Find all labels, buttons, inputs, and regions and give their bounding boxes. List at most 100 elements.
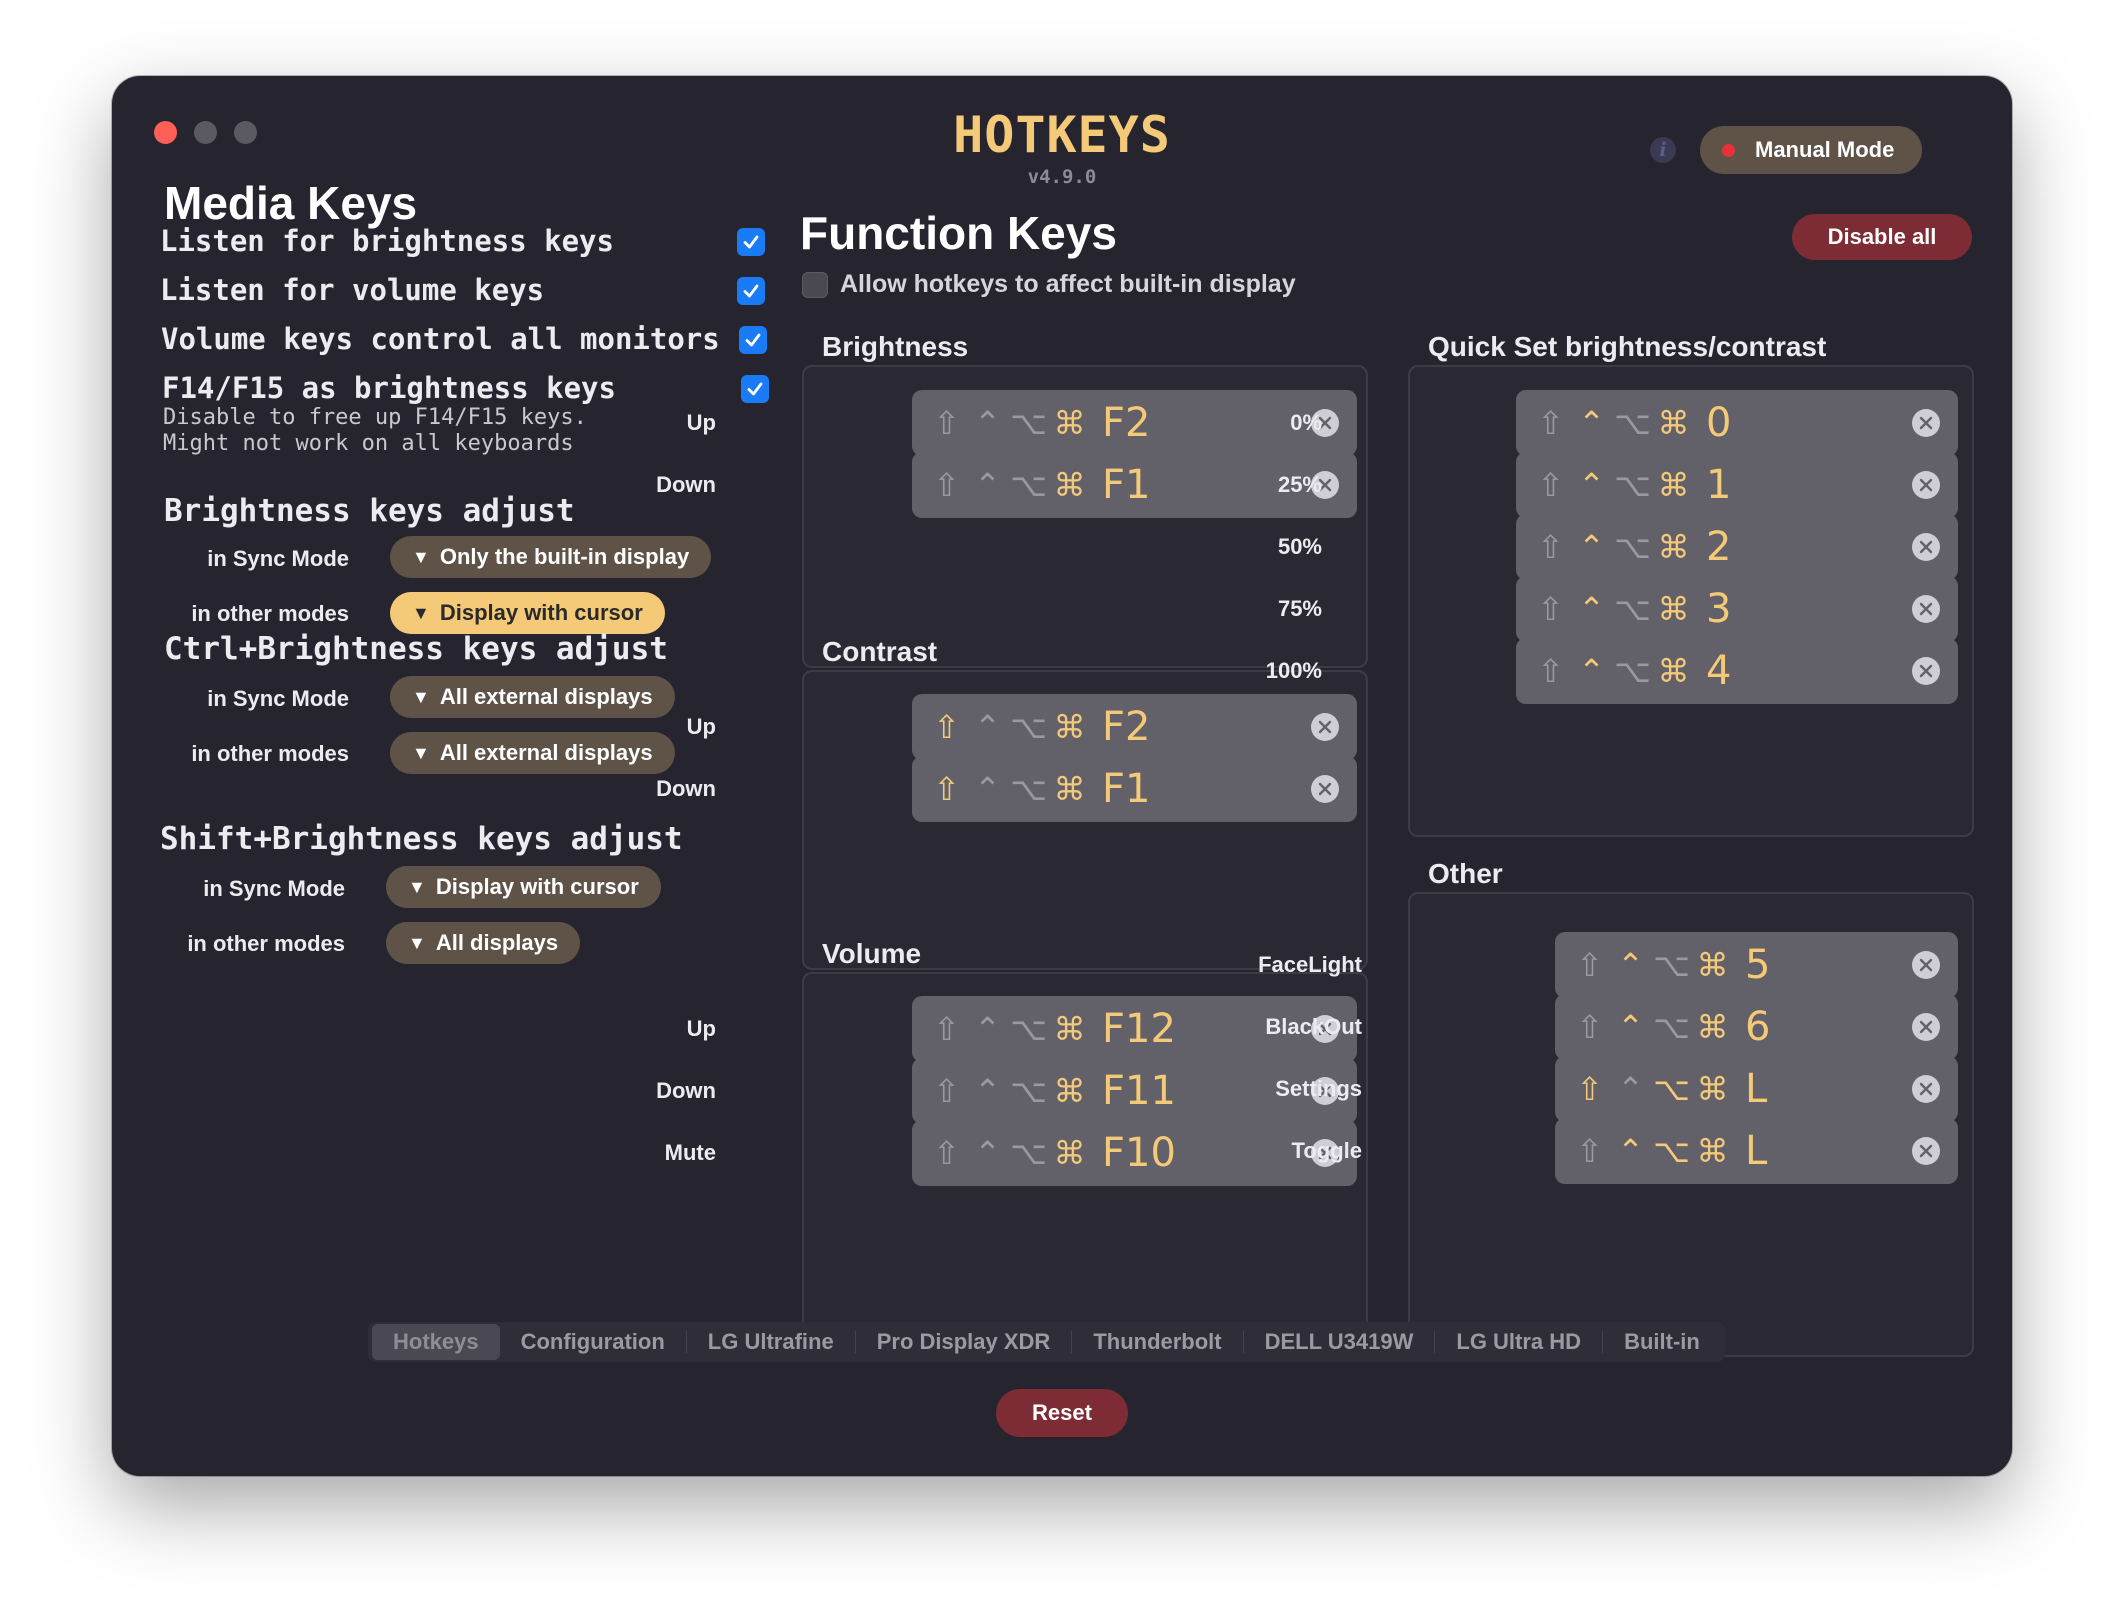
clear-hotkey-icon[interactable]	[1912, 951, 1940, 979]
tab-configuration[interactable]: Configuration	[500, 1324, 686, 1360]
triangle-down-icon: ▼	[408, 876, 426, 897]
reset-button[interactable]: Reset	[996, 1389, 1128, 1437]
shift-other-modes-popup[interactable]: ▼ All displays	[386, 922, 581, 964]
command-icon: ⌘	[1053, 708, 1086, 746]
tab-pro-display-xdr[interactable]: Pro Display XDR	[856, 1324, 1072, 1360]
shift-icon: ⇧	[1576, 1008, 1603, 1046]
hotkey-recorder-field[interactable]: ⇧ ⌃ ⌥ ⌘ 4	[1516, 638, 1958, 704]
tab-thunderbolt[interactable]: Thunderbolt	[1072, 1324, 1242, 1360]
modifier-keys: ⇧ ⌃ ⌥ ⌘	[1530, 452, 1694, 518]
command-icon: ⌘	[1053, 1010, 1086, 1048]
shift-icon: ⇧	[1576, 946, 1603, 984]
shift-icon: ⇧	[933, 1072, 960, 1110]
shift-icon: ⇧	[1537, 404, 1564, 442]
hotkey-recorder-field[interactable]: ⇧ ⌃ ⌥ ⌘ L	[1555, 1056, 1958, 1122]
clear-hotkey-icon[interactable]	[1912, 595, 1940, 623]
tab-dell-u3419w[interactable]: DELL U3419W	[1244, 1324, 1435, 1360]
hotkey-row-label: Up	[686, 410, 716, 435]
clear-hotkey-icon[interactable]	[1912, 1137, 1940, 1165]
hotkey-row-label: Mute	[664, 1140, 716, 1165]
clear-hotkey-icon[interactable]	[1912, 409, 1940, 437]
modifier-keys: ⇧ ⌃ ⌥ ⌘	[926, 1120, 1090, 1186]
shift-sync-mode-popup[interactable]: ▼ Display with cursor	[386, 866, 661, 908]
hotkey-recorder-field[interactable]: ⇧ ⌃ ⌥ ⌘ 5	[1555, 932, 1958, 998]
shift-icon: ⇧	[933, 770, 960, 808]
control-icon: ⌃	[974, 708, 1001, 746]
control-icon: ⌃	[974, 1072, 1001, 1110]
tab-lg-ultrafine[interactable]: LG Ultrafine	[687, 1324, 855, 1360]
hotkey-row-label: Up	[686, 714, 716, 739]
allow-builtin-label: Allow hotkeys to affect built-in display	[840, 270, 1296, 298]
option-icon: ⌥	[1614, 404, 1651, 442]
modifier-keys: ⇧ ⌃ ⌥ ⌘	[1530, 638, 1694, 704]
hotkey-recorder-field[interactable]: ⇧ ⌃ ⌥ ⌘ F2	[912, 694, 1357, 760]
hotkey-row-label: 0%	[1290, 410, 1322, 435]
ctrl-brightness-adjust-title: Ctrl+Brightness keys adjust	[164, 631, 668, 667]
tab-lg-ultra-hd[interactable]: LG Ultra HD	[1435, 1324, 1602, 1360]
shift-icon: ⇧	[1576, 1132, 1603, 1170]
clear-hotkey-icon[interactable]	[1311, 775, 1339, 803]
function-keys-title: Function Keys	[800, 207, 1117, 259]
clear-hotkey-icon[interactable]	[1912, 1013, 1940, 1041]
option-icon: ⌥	[1010, 1134, 1047, 1172]
command-icon: ⌘	[1657, 528, 1690, 566]
clear-hotkey-icon[interactable]	[1311, 713, 1339, 741]
popup-value: All displays	[435, 930, 559, 955]
hotkey-recorder-field[interactable]: ⇧ ⌃ ⌥ ⌘ 3	[1516, 576, 1958, 642]
disable-all-button[interactable]: Disable all	[1792, 214, 1972, 260]
hotkey-key: 5	[1745, 942, 1771, 988]
hotkey-recorder-field[interactable]: ⇧ ⌃ ⌥ ⌘ L	[1555, 1118, 1958, 1184]
tab-built-in[interactable]: Built-in	[1603, 1324, 1721, 1360]
command-icon: ⌘	[1657, 466, 1690, 504]
control-icon: ⌃	[974, 466, 1001, 504]
option-icon: ⌥	[1010, 770, 1047, 808]
hotkey-row-label: 100%	[1265, 658, 1322, 683]
shift-icon: ⇧	[933, 1010, 960, 1048]
clear-hotkey-icon[interactable]	[1912, 1075, 1940, 1103]
modifier-keys: ⇧ ⌃ ⌥ ⌘	[926, 996, 1090, 1062]
control-icon: ⌃	[1578, 404, 1605, 442]
option-icon: ⌥	[1010, 708, 1047, 746]
hotkey-row-label: Down	[656, 472, 716, 497]
clear-hotkey-icon[interactable]	[1912, 533, 1940, 561]
hotkey-key: F1	[1102, 766, 1151, 812]
shift-icon: ⇧	[1537, 466, 1564, 504]
command-icon: ⌘	[1696, 946, 1729, 984]
control-icon: ⌃	[1617, 1008, 1644, 1046]
hotkey-recorder-field[interactable]: ⇧ ⌃ ⌥ ⌘ 2	[1516, 514, 1958, 580]
hotkey-row-label: Settings	[1275, 1076, 1362, 1101]
hotkey-key: 0	[1706, 400, 1732, 446]
popup-value: All external displays	[439, 684, 653, 709]
option-icon: ⌥	[1614, 528, 1651, 566]
hotkey-key: L	[1745, 1128, 1768, 1174]
tab-hotkeys[interactable]: Hotkeys	[372, 1324, 500, 1360]
shift-icon: ⇧	[1537, 590, 1564, 628]
other-modes-label: in other modes	[191, 741, 349, 766]
command-icon: ⌘	[1053, 404, 1086, 442]
command-icon: ⌘	[1696, 1070, 1729, 1108]
hotkey-recorder-field[interactable]: ⇧ ⌃ ⌥ ⌘ 0	[1516, 390, 1958, 456]
hotkey-recorder-field[interactable]: ⇧ ⌃ ⌥ ⌘ 1	[1516, 452, 1958, 518]
clear-hotkey-icon[interactable]	[1912, 657, 1940, 685]
modifier-keys: ⇧ ⌃ ⌥ ⌘	[1569, 994, 1733, 1060]
shift-icon: ⇧	[933, 466, 960, 504]
option-icon: ⌥	[1010, 404, 1047, 442]
modifier-keys: ⇧ ⌃ ⌥ ⌘	[1530, 514, 1694, 580]
ctrl-other-modes-popup[interactable]: ▼ All external displays	[390, 732, 675, 774]
command-icon: ⌘	[1696, 1008, 1729, 1046]
popup-value: All external displays	[439, 740, 653, 765]
modifier-keys: ⇧ ⌃ ⌥ ⌘	[926, 756, 1090, 822]
option-icon: ⌥	[1010, 1010, 1047, 1048]
command-icon: ⌘	[1053, 466, 1086, 504]
command-icon: ⌘	[1053, 1072, 1086, 1110]
modifier-keys: ⇧ ⌃ ⌥ ⌘	[926, 390, 1090, 456]
hotkey-row-label: Toggle	[1291, 1138, 1362, 1163]
command-icon: ⌘	[1053, 770, 1086, 808]
clear-hotkey-icon[interactable]	[1912, 471, 1940, 499]
modifier-keys: ⇧ ⌃ ⌥ ⌘	[926, 694, 1090, 760]
hotkey-recorder-field[interactable]: ⇧ ⌃ ⌥ ⌘ 6	[1555, 994, 1958, 1060]
ctrl-sync-mode-popup[interactable]: ▼ All external displays	[390, 676, 675, 718]
control-icon: ⌃	[974, 1134, 1001, 1172]
hotkey-recorder-field[interactable]: ⇧ ⌃ ⌥ ⌘ F1	[912, 756, 1357, 822]
allow-builtin-checkbox[interactable]	[802, 272, 828, 298]
